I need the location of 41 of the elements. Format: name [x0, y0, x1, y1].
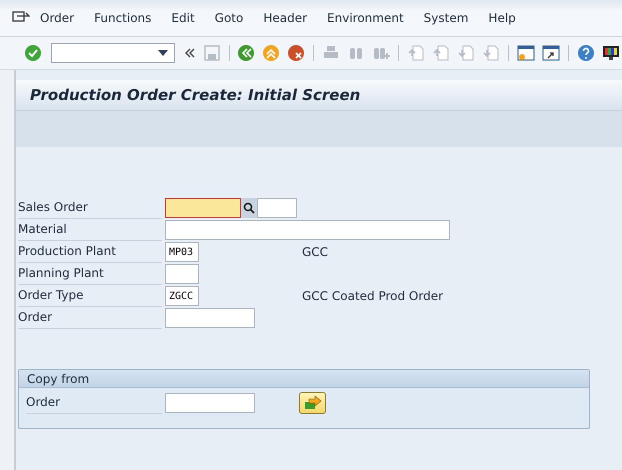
field-description: GCC Coated Prod Order: [302, 289, 444, 303]
up-arrows-icon[interactable]: [262, 44, 280, 62]
menu-item[interactable]: Goto: [204, 11, 254, 25]
dropdown-icon[interactable]: [158, 50, 168, 56]
menu-item[interactable]: System: [414, 11, 478, 25]
help-icon[interactable]: [577, 44, 596, 62]
group-title: Copy from: [27, 372, 90, 386]
copy-button[interactable]: [299, 392, 326, 414]
field-label: Order: [26, 392, 162, 414]
monitor-icon[interactable]: [602, 44, 620, 62]
field-label: Sales Order: [18, 197, 162, 219]
menu-item[interactable]: Order: [30, 11, 84, 25]
screen-title: Production Order Create: Initial Screen: [30, 86, 360, 104]
field-label: Planning Plant: [18, 263, 162, 285]
menu-item[interactable]: Header: [253, 11, 318, 25]
input-field[interactable]: ZGCC: [165, 286, 199, 306]
input-field[interactable]: [165, 308, 255, 328]
cancel-icon[interactable]: [287, 44, 306, 62]
field-label: Order Type: [18, 285, 162, 307]
input-field[interactable]: [165, 198, 241, 218]
menu-item[interactable]: Functions: [84, 11, 162, 25]
check-icon[interactable]: [24, 44, 42, 62]
field-label: Production Plant: [18, 241, 162, 263]
command-field[interactable]: [51, 43, 175, 63]
back-icon[interactable]: [237, 44, 256, 62]
field-description: GCC: [302, 245, 328, 259]
new-window-icon[interactable]: [517, 44, 536, 62]
input-field[interactable]: [165, 220, 450, 240]
field-label: Material: [18, 219, 162, 241]
input-field[interactable]: [165, 264, 199, 284]
menu-item[interactable]: Help: [478, 11, 526, 25]
menu-item[interactable]: Edit: [161, 11, 205, 25]
field-label: Order: [18, 307, 162, 329]
input-field[interactable]: MP03: [165, 242, 199, 262]
copy-arrow-icon: [304, 395, 322, 411]
input-field[interactable]: [257, 198, 297, 218]
shortcut-window-icon[interactable]: [542, 44, 560, 62]
search-button[interactable]: [241, 198, 257, 218]
search-icon: [243, 202, 255, 214]
menu-item[interactable]: Environment: [317, 11, 414, 25]
input-field[interactable]: [165, 393, 255, 413]
